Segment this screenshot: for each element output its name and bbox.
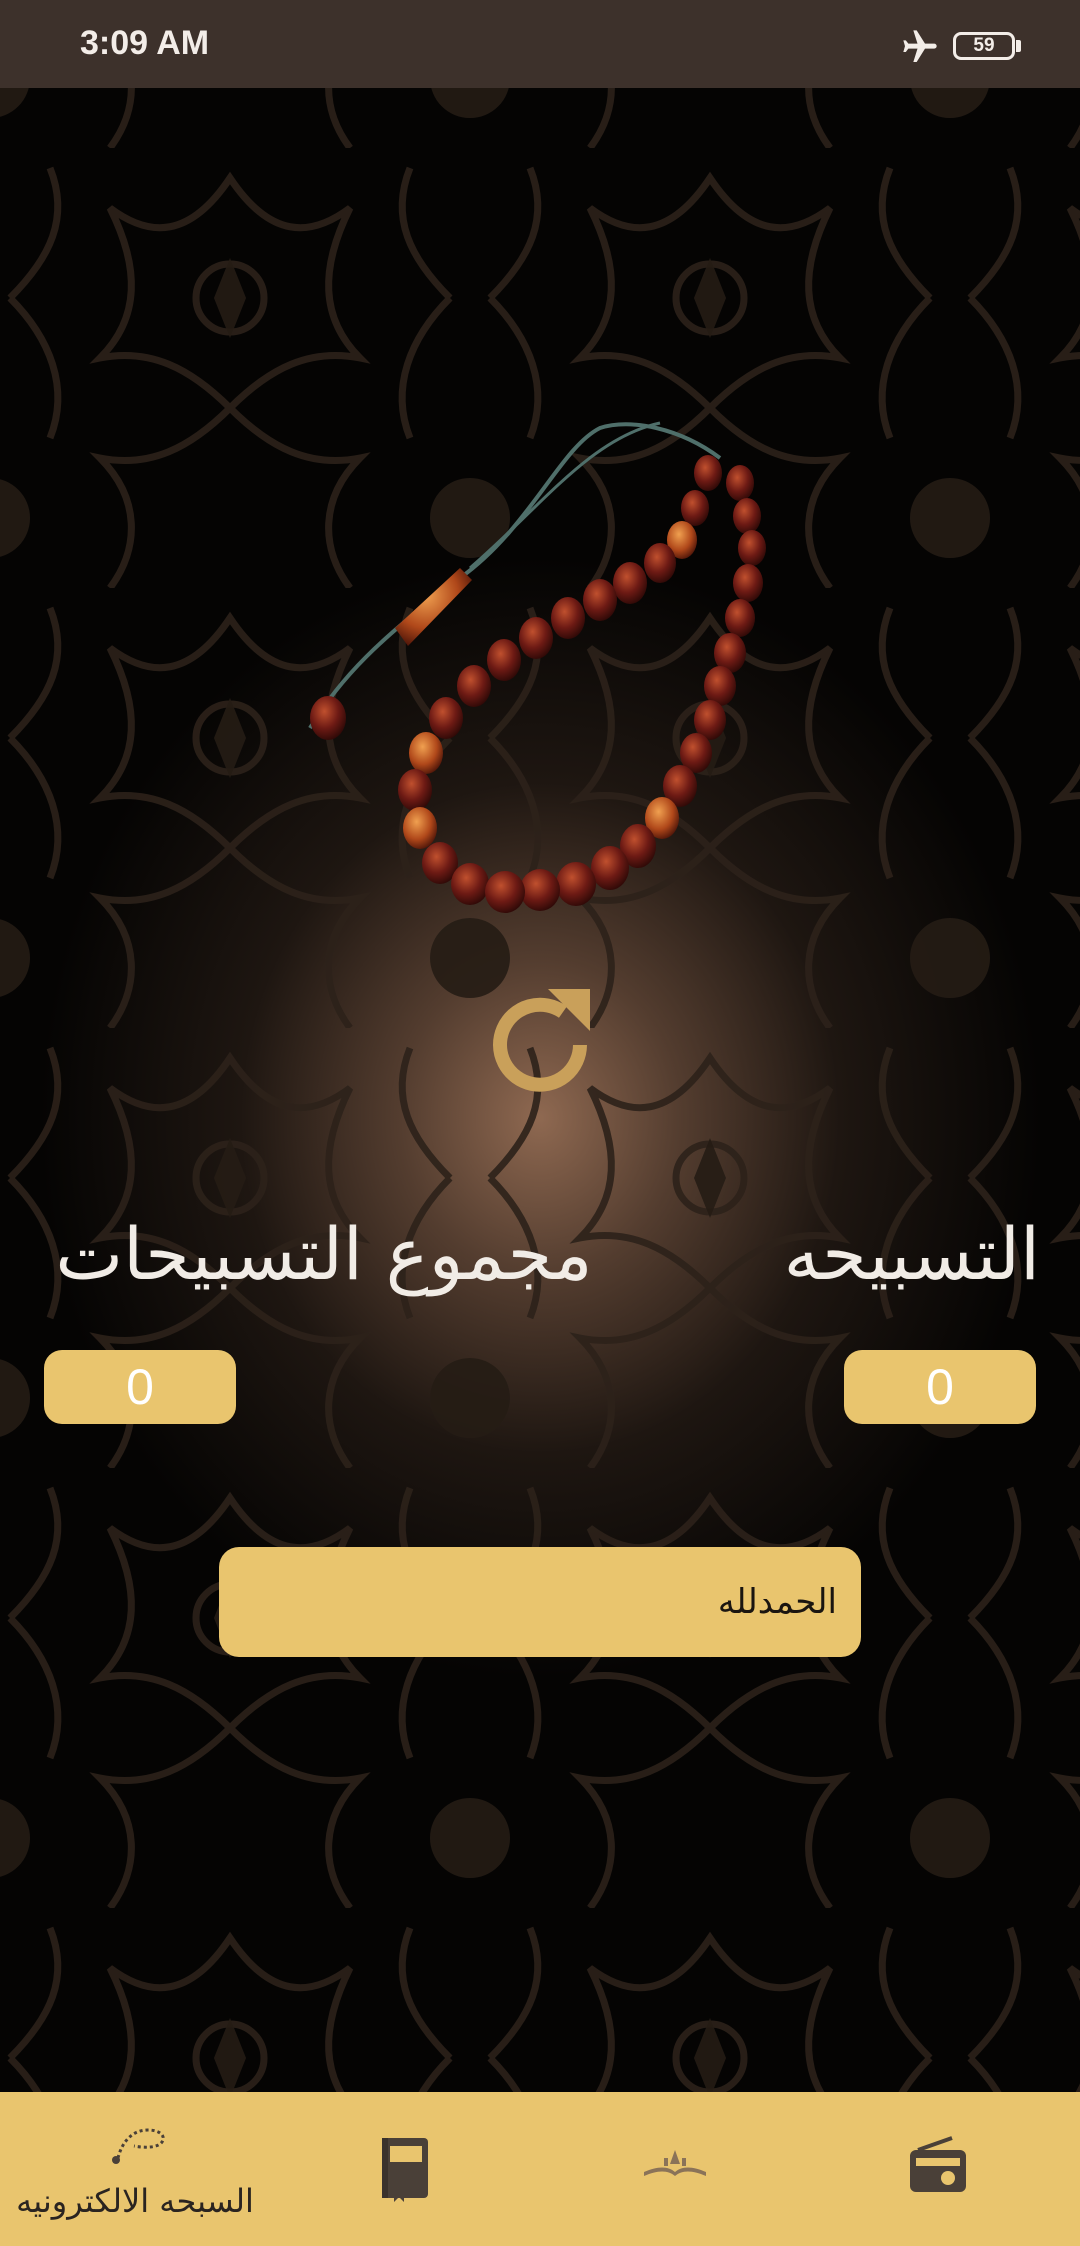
tasbiha-counter-value: 0	[926, 1359, 954, 1415]
bottom-navigation: السبحه الالكترونيه	[0, 2092, 1080, 2246]
tasbiha-count-label: التسبيحه	[783, 1212, 1040, 1296]
reset-counter-button[interactable]	[478, 983, 602, 1107]
dhikr-label: الحمدلله	[717, 1582, 837, 1622]
battery-level: 59	[973, 35, 995, 56]
nav-item-book[interactable]	[270, 2092, 540, 2246]
main-area: مجموع التسبيحات التسبيحه 0 0 الحمدلله	[0, 88, 1080, 2092]
status-bar: 3:09 AM 59	[0, 0, 1080, 88]
quran-icon	[644, 2150, 706, 2176]
nav-item-radio[interactable]	[810, 2092, 1080, 2246]
total-tasbihat-label: مجموع التسبيحات	[55, 1212, 593, 1296]
book-icon	[382, 2138, 428, 2202]
dhikr-tap-button[interactable]: الحمدلله	[219, 1547, 861, 1657]
status-time: 3:09 AM	[80, 24, 210, 62]
refresh-icon	[493, 989, 590, 1092]
nav-label-tasbih: السبحه الالكترونيه	[16, 2182, 254, 2220]
total-counter-value: 0	[126, 1359, 154, 1415]
tasbih-icon	[112, 2128, 165, 2164]
airplane-mode-icon	[903, 30, 937, 62]
nav-item-quran[interactable]	[540, 2092, 810, 2246]
total-counter-display: 0	[44, 1350, 236, 1424]
tasbih-beads-image	[308, 421, 766, 913]
battery-indicator: 59	[953, 32, 1015, 60]
tasbiha-counter-display: 0	[844, 1350, 1036, 1424]
nav-item-tasbih[interactable]: السبحه الالكترونيه	[0, 2092, 270, 2246]
battery-tip	[1016, 40, 1021, 52]
radio-icon	[910, 2136, 966, 2192]
